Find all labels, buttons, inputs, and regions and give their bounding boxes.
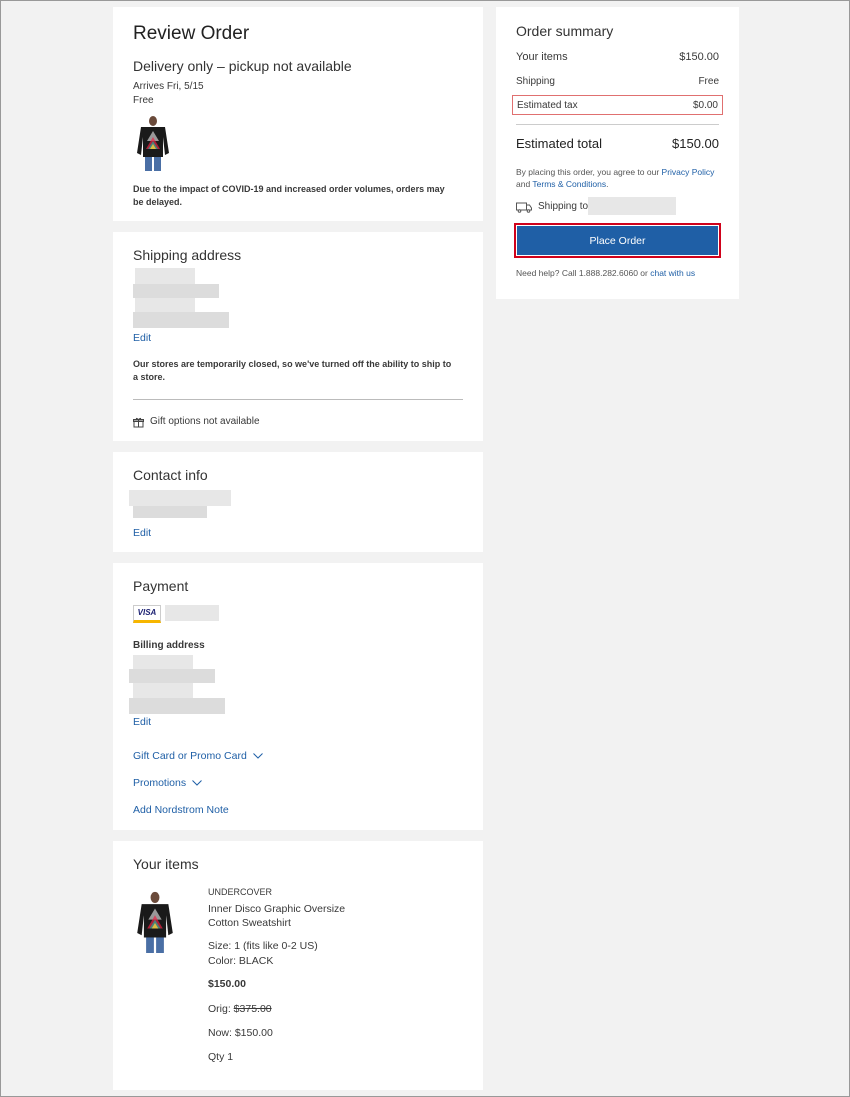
product-price: $150.00 [208, 978, 246, 990]
redacted-address-line [133, 284, 219, 298]
items-value: $150.00 [679, 51, 719, 63]
page-title: Review Order [133, 23, 250, 44]
product-brand: UNDERCOVER [208, 887, 273, 897]
stores-closed-notice: Our stores are temporarily closed, so we… [133, 359, 452, 382]
add-note-link[interactable]: Add Nordstrom Note [133, 804, 229, 816]
product-image [137, 891, 173, 953]
visa-label: VISA [137, 608, 157, 617]
product-name: Inner Disco Graphic Oversize Cotton Swea… [208, 903, 346, 929]
product-now-price: Now: $150.00 [208, 1027, 273, 1039]
delivery-heading: Delivery only – pickup not available [133, 58, 352, 74]
contact-info-card: Contact info Edit [113, 452, 483, 552]
contact-info-title: Contact info [133, 467, 208, 483]
your-items-title: Your items [133, 856, 199, 872]
agree-prefix: By placing this order, you agree to our [516, 167, 662, 177]
covid-notice: Due to the impact of COVID-19 and increa… [133, 184, 445, 207]
agree-and: and [516, 179, 533, 189]
redacted-card-number [165, 605, 219, 621]
divider [133, 399, 463, 400]
shipping-cost: Free [133, 95, 154, 106]
place-order-label: Place Order [589, 234, 646, 247]
gift-card-toggle[interactable]: Gift Card or Promo Card [133, 750, 263, 762]
redacted-contact [129, 490, 231, 506]
payment-title: Payment [133, 578, 189, 594]
billing-address-label: Billing address [133, 640, 205, 651]
redacted-billing-line [129, 698, 225, 714]
chevron-down-icon [192, 780, 202, 786]
summary-divider [516, 124, 719, 125]
review-order-card: Review Order Delivery only – pickup not … [113, 7, 483, 221]
shipping-value: Free [698, 76, 719, 87]
place-order-button[interactable]: Place Order [517, 226, 718, 255]
product-color: Color: BLACK [208, 955, 274, 967]
redacted-contact-line [133, 506, 207, 518]
shipping-edit-link[interactable]: Edit [133, 332, 151, 344]
tax-label: Estimated tax [517, 99, 578, 111]
shipping-address-title: Shipping address [133, 247, 242, 263]
contact-edit-link[interactable]: Edit [133, 527, 151, 539]
chat-link[interactable]: chat with us [650, 268, 695, 278]
product-size: Size: 1 (fits like 0-2 US) [208, 940, 318, 952]
product-thumbnail [137, 116, 169, 171]
agree-suffix: . [606, 179, 609, 189]
items-label: Your items [516, 51, 568, 63]
summary-total-row: Estimated total $150.00 [516, 136, 719, 151]
product-orig-price: Orig: $375.00 [208, 1003, 272, 1015]
gift-card-label: Gift Card or Promo Card [133, 750, 247, 762]
promotions-toggle[interactable]: Promotions [133, 777, 202, 789]
your-items-card: Your items UNDERCOVER Inner Disco Graphi… [113, 841, 483, 1090]
shipping-label: Shipping [516, 76, 555, 87]
redacted-billing-line [129, 669, 215, 683]
truck-icon [516, 200, 532, 213]
redacted-address-line [133, 312, 229, 328]
shipping-to-label: Shipping to [538, 201, 589, 212]
product-qty: Qty 1 [208, 1051, 234, 1063]
agreement-text: By placing this order, you agree to our … [516, 166, 721, 190]
payment-edit-link[interactable]: Edit [133, 716, 151, 728]
summary-tax-row: Estimated tax $0.00 [512, 95, 723, 115]
help-prefix: Need help? Call 1.888.282.6060 or [516, 268, 651, 278]
help-text: Need help? Call 1.888.282.6060 or chat w… [516, 268, 695, 278]
tax-value: $0.00 [692, 99, 718, 111]
order-summary-card: Order summary Your items $150.00 Shippin… [496, 7, 739, 299]
payment-card: Payment VISA Billing address Edit Gift C… [113, 563, 483, 830]
place-order-outline: Place Order [514, 223, 721, 258]
order-summary-title: Order summary [516, 23, 614, 39]
promotions-label: Promotions [133, 777, 187, 789]
privacy-policy-link[interactable]: Privacy Policy [662, 167, 715, 177]
terms-link[interactable]: Terms & Conditions [532, 179, 606, 189]
chevron-down-icon [252, 753, 263, 759]
summary-shipping-row: Shipping Free [516, 76, 719, 87]
total-value: $150.00 [672, 136, 719, 151]
visa-card-icon: VISA [133, 605, 161, 623]
orig-value: $375.00 [233, 1003, 272, 1015]
orig-label: Orig: [208, 1003, 234, 1015]
summary-items-row: Your items $150.00 [516, 51, 719, 63]
redacted-shipping-to [588, 197, 676, 215]
arrives-date: Arrives Fri, 5/15 [133, 81, 204, 92]
total-label: Estimated total [516, 136, 602, 151]
gift-icon [133, 415, 144, 428]
shipping-address-card: Shipping address Edit Our stores are tem… [113, 232, 483, 441]
gift-options-label: Gift options not available [150, 416, 260, 427]
